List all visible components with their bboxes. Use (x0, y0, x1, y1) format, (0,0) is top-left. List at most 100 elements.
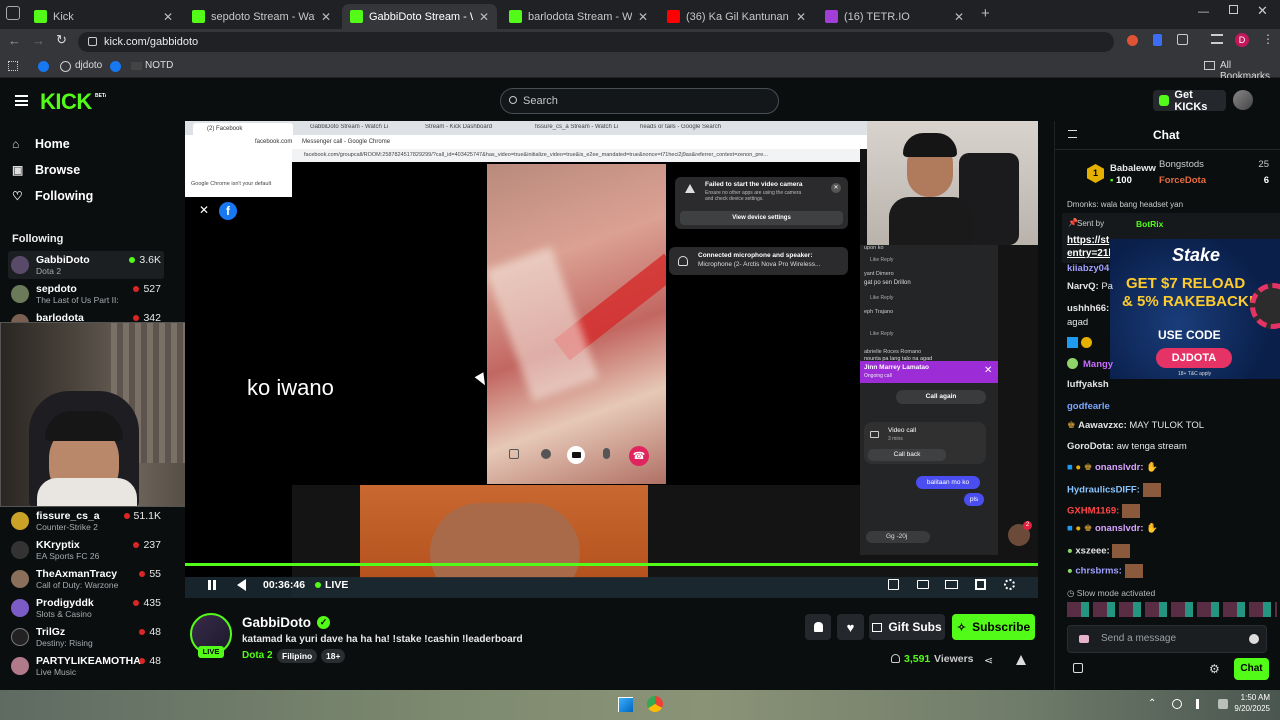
hamburger-menu-icon[interactable] (15, 95, 28, 106)
follow-heart-button[interactable]: ♥ (837, 614, 864, 640)
bookmark-djdoto[interactable]: djdoto (75, 60, 102, 71)
get-kicks-button[interactable]: Get KICKs (1153, 89, 1226, 113)
subscribe-button[interactable]: ✧ Subscribe (952, 614, 1035, 640)
nav-following[interactable]: ♡ Following (12, 187, 93, 205)
gift-shop-icon[interactable] (1073, 663, 1083, 673)
video-player[interactable]: (2) Facebook GabbiDoto Stream - Watch Li… (185, 121, 1038, 598)
url-field[interactable]: kick.com/gabbidoto (78, 32, 1114, 52)
emoji-icon[interactable] (1249, 634, 1259, 644)
channel-item[interactable]: Prodigyddk Slots & Casino 435 (8, 594, 164, 622)
menu-kebab-icon[interactable]: ⋮ (1262, 32, 1274, 46)
chat-username[interactable]: GoroDota: (1067, 441, 1114, 452)
close-tab-icon[interactable]: ✕ (796, 10, 806, 24)
chat-settings-gear-icon[interactable]: ⚙ (1209, 662, 1220, 676)
chat-username[interactable]: Mangy (1083, 359, 1113, 370)
minimize-icon[interactable]: — (1198, 6, 1209, 18)
reload-icon[interactable]: ↻ (56, 32, 67, 48)
browser-tab[interactable]: sepdoto Stream - Watch Live o ✕ (184, 4, 339, 29)
chat-username[interactable]: onanslvdr: (1095, 462, 1144, 473)
chat-username[interactable]: chrsbrms: (1075, 566, 1121, 577)
channel-item[interactable]: KKryptix EA Sports FC 26 237 (8, 536, 164, 564)
kick-logo[interactable]: KICK BETA (40, 89, 106, 113)
theater-mode-icon[interactable] (945, 580, 958, 589)
browser-tab[interactable]: Kick ✕ (26, 4, 181, 29)
close-tab-icon[interactable]: ✕ (954, 10, 964, 24)
new-tab-plus-icon[interactable]: + (981, 5, 990, 22)
nav-browse[interactable]: ▣ Browse (12, 161, 80, 179)
gift-subs-button[interactable]: Gift Subs (869, 614, 945, 640)
tray-chevron-icon[interactable]: ⌃ (1148, 698, 1156, 709)
share-icon[interactable]: ⋖ (984, 654, 993, 667)
close-tab-icon[interactable]: ✕ (163, 10, 173, 24)
chrome-taskbar-icon[interactable] (647, 696, 663, 712)
chat-username[interactable]: Aawavzxc: (1078, 420, 1127, 431)
fullscreen-icon[interactable] (975, 579, 986, 590)
channel-item[interactable]: TheAxmanTracy Call of Duty: Warzone 55 (8, 565, 164, 593)
search-input[interactable]: Search (500, 88, 779, 114)
tag-18plus[interactable]: 18+ (321, 649, 346, 663)
clip-icon[interactable] (888, 579, 899, 590)
streamer-name[interactable]: GabbiDoto (242, 615, 311, 630)
browser-tab[interactable]: (36) Ka Gil Kantunan sa Tanuan ✕ (659, 4, 814, 29)
channel-item[interactable]: TrilGz Destiny: Rising 48 (8, 623, 164, 651)
report-icon[interactable] (1016, 655, 1026, 665)
close-tab-icon[interactable]: ✕ (321, 10, 331, 24)
chat-input[interactable]: Send a message (1067, 625, 1267, 653)
collapse-chat-icon[interactable] (1068, 130, 1077, 138)
search-placeholder: Search (523, 95, 558, 107)
tag-filipino[interactable]: Filipino (277, 649, 318, 663)
forward-arrow-icon[interactable]: → (32, 33, 45, 48)
extension-shield-icon[interactable] (1153, 34, 1162, 46)
chat-username[interactable]: GXHM1169: (1067, 506, 1119, 517)
browser-tab[interactable]: GabbiDoto Stream - Watch ✕ (342, 4, 497, 29)
notifications-button[interactable] (805, 614, 831, 640)
chat-text: MAY TULOK TOL (1129, 420, 1205, 431)
inner-taskbar (185, 577, 1038, 598)
channel-item[interactable]: PARTYLIKEAMOTHA Live Music 48 (8, 652, 164, 680)
browser-tab[interactable]: (16) TETR.IO ✕ (817, 4, 972, 29)
channel-item[interactable]: sepdoto The Last of Us Part II: 527 (8, 280, 164, 308)
site-info-icon[interactable] (88, 37, 97, 46)
chat-username[interactable]: luffyaksh (1067, 379, 1109, 390)
chat-username[interactable]: godfearle (1067, 401, 1110, 412)
chat-username[interactable]: ushhh66: (1067, 303, 1109, 314)
emote-icon (1124, 564, 1143, 578)
chat-username[interactable]: HydraulicsDIFF: (1067, 485, 1140, 496)
progress-track[interactable] (185, 563, 1038, 566)
nav-home[interactable]: ⌂ Home (12, 135, 70, 153)
windows-start-icon[interactable] (618, 697, 633, 712)
pinned-link[interactable]: entry=21l (1067, 248, 1111, 259)
facebook-bookmark-icon[interactable] (110, 61, 121, 72)
pip-icon[interactable] (917, 580, 929, 589)
close-tab-icon[interactable]: ✕ (638, 10, 648, 24)
channel-item[interactable]: GabbiDoto Dota 2 3.6K (8, 251, 164, 279)
volume-tray-icon[interactable] (1196, 699, 1206, 709)
extensions-puzzle-icon[interactable] (1177, 34, 1188, 45)
settings-gear-icon[interactable] (1004, 579, 1015, 590)
channel-item[interactable]: fissure_cs_a Counter-Strike 2 51.1K (8, 507, 164, 535)
close-window-icon[interactable]: ✕ (1257, 3, 1268, 19)
extension-icon[interactable] (1127, 35, 1138, 46)
user-avatar[interactable] (1233, 90, 1253, 110)
apps-grid-icon[interactable] (8, 61, 18, 71)
network-icon[interactable] (1172, 699, 1182, 709)
tab-search-icon[interactable] (6, 6, 20, 20)
facebook-bookmark-icon[interactable] (38, 61, 49, 72)
chat-username[interactable]: kiiabzy04 (1067, 263, 1109, 274)
chat-username[interactable]: xszeee: (1075, 546, 1109, 557)
back-arrow-icon[interactable]: ← (8, 33, 21, 48)
profile-avatar-icon[interactable]: D (1235, 33, 1249, 47)
bookmark-notd[interactable]: NOTD (145, 60, 173, 71)
chat-username[interactable]: onanslvdr: (1095, 523, 1144, 534)
volume-icon[interactable] (237, 579, 246, 591)
chat-username[interactable]: NarvQ: (1067, 281, 1099, 292)
pause-icon[interactable] (208, 580, 211, 590)
send-chat-button[interactable]: Chat (1234, 658, 1269, 680)
emote-picker-icon[interactable] (1079, 635, 1089, 643)
maximize-icon[interactable] (1229, 5, 1238, 14)
category-link[interactable]: Dota 2 (242, 650, 273, 661)
media-controls-icon[interactable] (1211, 34, 1223, 44)
pinned-link[interactable]: https://st (1067, 235, 1109, 246)
close-tab-icon[interactable]: ✕ (479, 10, 489, 24)
browser-tab[interactable]: barlodota Stream - Watch Live ✕ (501, 4, 656, 29)
